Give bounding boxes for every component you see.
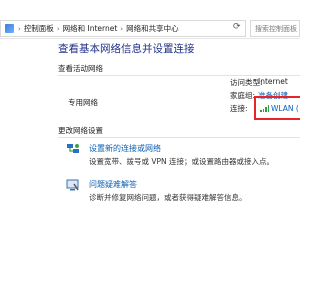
active-networks-heading: 查看活动网络 xyxy=(58,64,103,73)
access-type-value: Internet xyxy=(258,77,288,86)
search-input[interactable]: 搜索控制面板 xyxy=(250,20,300,37)
network-name: 专用网络 xyxy=(68,98,98,107)
wlan-connection-label: WLAN ( xyxy=(271,104,299,113)
refresh-icon[interactable]: ⟳ xyxy=(233,22,241,32)
connections-label: 连接: xyxy=(230,104,248,113)
setup-new-connection-link[interactable]: 设置新的连接或网络 xyxy=(89,143,161,154)
wifi-signal-icon xyxy=(260,105,269,112)
section-divider xyxy=(58,137,300,138)
homegroup-label: 家庭组: xyxy=(230,91,256,100)
control-panel-icon xyxy=(5,24,14,33)
page-title: 查看基本网络信息并设置连接 xyxy=(58,43,195,55)
breadcrumb-network-sharing-center[interactable]: 网络和共享中心 xyxy=(124,23,181,34)
address-bar: › 控制面板 › 网络和 Internet › 网络和共享中心 ⟳ 搜索控制面板 xyxy=(0,0,300,39)
wlan-connection-link[interactable]: WLAN ( xyxy=(260,104,299,113)
new-connection-icon xyxy=(67,144,79,153)
troubleshoot-icon xyxy=(66,179,79,191)
troubleshoot-desc: 诊断并修复网络问题，或者获得疑难解答信息。 xyxy=(89,193,247,202)
section-divider xyxy=(58,75,300,76)
breadcrumb-network-internet[interactable]: 网络和 Internet xyxy=(61,23,120,34)
change-settings-heading: 更改网络设置 xyxy=(58,126,103,135)
setup-new-connection-desc: 设置宽带、拨号或 VPN 连接；或设置路由器或接入点。 xyxy=(89,157,275,166)
breadcrumb[interactable]: › 控制面板 › 网络和 Internet › 网络和共享中心 xyxy=(0,20,246,37)
troubleshoot-link[interactable]: 问题疑难解答 xyxy=(89,179,137,190)
breadcrumb-control-panel[interactable]: 控制面板 xyxy=(22,23,56,34)
